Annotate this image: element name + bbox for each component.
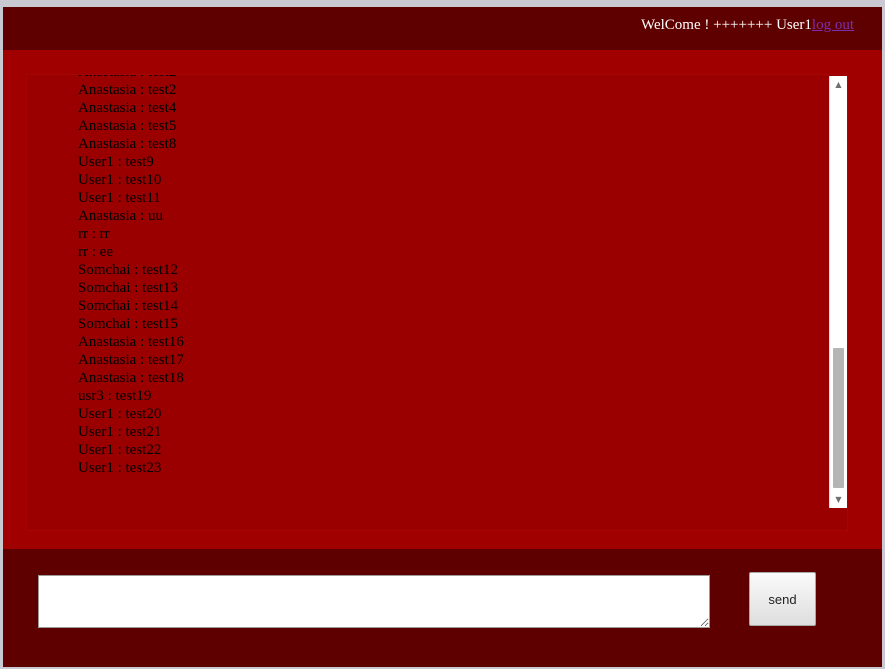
message-item: usr3 : test19: [78, 388, 152, 404]
message-item: User1 : test22: [78, 442, 162, 458]
logout-link[interactable]: log out: [812, 17, 854, 33]
chat-app: WelCome ! +++++++ User1log out Anastasia…: [3, 7, 882, 667]
message-item: Anastasia : test4: [78, 100, 177, 116]
message-item: Anastasia : test8: [78, 136, 177, 152]
scroll-up-arrow-icon[interactable]: ▲: [830, 76, 847, 93]
message-item: Somchai : test14: [78, 298, 178, 314]
message-item: Anastasia : test5: [78, 118, 177, 134]
message-item: Anastasia : test2: [78, 82, 177, 98]
message-item: User1 : test10: [78, 172, 162, 188]
message-item: Anastasia : test16: [78, 334, 184, 350]
message-item: rr : rr: [78, 226, 110, 242]
chat-log[interactable]: Anastasia : test2Anastasia : test2Anasta…: [27, 75, 847, 509]
welcome-text: WelCome ! +++++++ User1: [641, 17, 812, 33]
message-item: Anastasia : test18: [78, 370, 184, 386]
message-item: User1 : test21: [78, 424, 162, 440]
composer-bar: send: [3, 549, 882, 667]
message-item: rr : ee: [78, 244, 113, 260]
message-item: User1 : test9: [78, 154, 154, 170]
scroll-thumb[interactable]: [833, 348, 844, 488]
chat-scrollbar[interactable]: ▲ ▼: [829, 76, 847, 508]
welcome-message: WelCome ! +++++++ User1log out: [641, 17, 854, 34]
send-button[interactable]: send: [749, 572, 816, 626]
message-item: User1 : test20: [78, 406, 162, 422]
header-bar: WelCome ! +++++++ User1log out: [3, 7, 882, 50]
message-item: Somchai : test15: [78, 316, 178, 332]
scroll-down-arrow-icon[interactable]: ▼: [830, 491, 847, 508]
message-item: Somchai : test12: [78, 262, 178, 278]
message-item: Somchai : test13: [78, 280, 178, 296]
message-item: User1 : test11: [78, 190, 161, 206]
chat-panel: Anastasia : test2Anastasia : test2Anasta…: [27, 75, 847, 530]
message-item: Anastasia : uu: [78, 208, 163, 224]
message-list: Anastasia : test2Anastasia : test2Anasta…: [78, 75, 184, 477]
message-item: Anastasia : test17: [78, 352, 184, 368]
message-input[interactable]: [38, 575, 710, 628]
message-item: User1 : test23: [78, 460, 162, 476]
